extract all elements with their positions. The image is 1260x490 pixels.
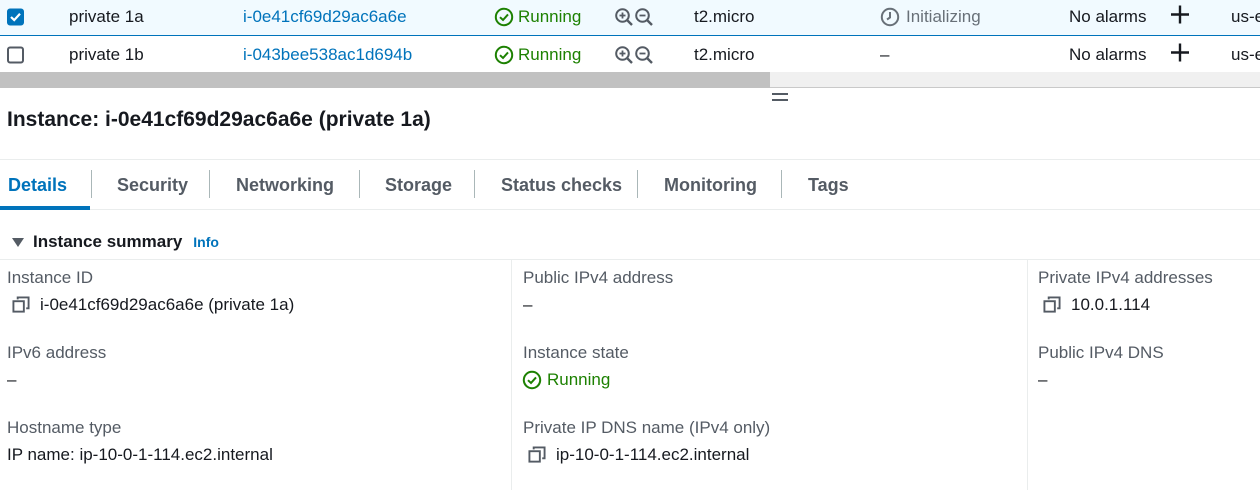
- plus-icon[interactable]: [1170, 5, 1190, 25]
- plus-icon[interactable]: [1170, 42, 1190, 62]
- table-row[interactable]: private 1a i-0e41cf69d29ac6a6e Running t…: [0, 0, 1260, 36]
- tab-divider: [474, 170, 475, 198]
- instance-state-label: Running: [518, 44, 582, 64]
- private-dns-value: ip-10-0-1-114.ec2.internal: [528, 445, 749, 465]
- check-circle-icon: [494, 45, 514, 64]
- row-checkbox[interactable]: [7, 46, 24, 63]
- tab-bar: Details Security Networking Storage Stat…: [0, 159, 1260, 210]
- tab-divider: [91, 170, 92, 198]
- tab-status-checks[interactable]: Status checks: [501, 160, 622, 210]
- tab-monitoring[interactable]: Monitoring: [664, 160, 757, 210]
- alarm-status: No alarms: [1069, 44, 1147, 64]
- caret-down-icon[interactable]: [12, 237, 24, 247]
- column-divider: [1027, 260, 1028, 490]
- check-circle-icon: [494, 7, 514, 27]
- hostname-type-value: IP name: ip-10-0-1-114.ec2.internal: [7, 445, 273, 464]
- zoom-out-icon[interactable]: [634, 7, 654, 27]
- tab-divider: [209, 170, 210, 198]
- status-check-label: Initializing: [906, 7, 981, 26]
- instance-id-value: i-0e41cf69d29ac6a6e (private 1a): [12, 295, 294, 315]
- instance-state-text: Running: [547, 370, 611, 389]
- instance-name: private 1b: [69, 44, 144, 64]
- instance-state: Running: [494, 7, 581, 27]
- tab-divider: [781, 170, 782, 198]
- zoom-in-icon[interactable]: [614, 45, 634, 65]
- tab-divider: [359, 170, 360, 198]
- public-ipv4-label: Public IPv4 address: [523, 268, 674, 287]
- zoom-out-icon[interactable]: [634, 45, 654, 65]
- add-alarm-button[interactable]: [1170, 42, 1190, 67]
- section-title: Instance summary: [33, 232, 183, 251]
- private-dns-label: Private IP DNS name (IPv4 only): [523, 418, 771, 437]
- split-panel-resize-handle[interactable]: [772, 93, 790, 105]
- instance-name: private 1a: [69, 7, 144, 26]
- add-alarm-button[interactable]: [1170, 5, 1190, 30]
- clock-icon: [880, 7, 900, 27]
- private-ipv4-text: 10.0.1.114: [1071, 295, 1151, 314]
- instance-state: Running: [494, 45, 581, 65]
- copy-icon[interactable]: [1043, 296, 1061, 314]
- zoom-controls[interactable]: [614, 45, 654, 65]
- row-checkbox[interactable]: [7, 8, 24, 26]
- availability-zone: us-e: [1231, 44, 1260, 64]
- instance-id-link[interactable]: i-0e41cf69d29ac6a6e: [243, 7, 407, 27]
- check-circle-icon: [522, 370, 542, 390]
- tab-tags[interactable]: Tags: [808, 160, 849, 210]
- status-check-label: –: [880, 44, 890, 64]
- column-divider: [511, 260, 512, 490]
- instance-state-label: Running: [518, 7, 582, 26]
- section-divider: [0, 259, 1260, 260]
- hostname-type-label: Hostname type: [7, 418, 122, 437]
- instance-state-value: Running: [522, 370, 610, 390]
- private-ipv4-value: 10.0.1.114: [1043, 295, 1150, 315]
- instance-type: t2.micro: [694, 7, 755, 26]
- instance-id-text: i-0e41cf69d29ac6a6e (private 1a): [40, 295, 295, 314]
- tab-storage[interactable]: Storage: [385, 160, 452, 210]
- instance-state-label: Instance state: [523, 343, 629, 362]
- table-row[interactable]: private 1b i-043bee538ac1d694b Running t…: [0, 37, 1260, 72]
- instance-id-link[interactable]: i-043bee538ac1d694b: [243, 45, 412, 65]
- public-ipv4-value: –: [523, 295, 533, 314]
- copy-icon[interactable]: [12, 296, 30, 314]
- section-header[interactable]: Instance summary Info: [12, 232, 219, 252]
- info-link[interactable]: Info: [193, 234, 219, 250]
- tab-details[interactable]: Details: [8, 160, 67, 210]
- zoom-in-icon[interactable]: [614, 7, 634, 27]
- scrollbar-thumb[interactable]: [0, 72, 770, 88]
- instance-id-label: Instance ID: [7, 268, 93, 287]
- tab-security[interactable]: Security: [117, 160, 188, 210]
- active-tab-indicator: [0, 206, 90, 210]
- horizontal-scrollbar[interactable]: [0, 72, 1260, 88]
- ipv6-value: –: [7, 370, 17, 389]
- tab-divider: [637, 170, 638, 198]
- copy-icon[interactable]: [528, 446, 546, 464]
- page-title: Instance: i-0e41cf69d29ac6a6e (private 1…: [7, 108, 431, 131]
- status-check: Initializing: [880, 7, 981, 27]
- alarm-status: No alarms: [1069, 7, 1147, 26]
- private-ipv4-label: Private IPv4 addresses: [1038, 268, 1213, 287]
- availability-zone: us-e: [1231, 7, 1260, 26]
- zoom-controls[interactable]: [614, 7, 654, 27]
- private-dns-text: ip-10-0-1-114.ec2.internal: [556, 445, 750, 464]
- public-dns-value: –: [1038, 370, 1048, 389]
- ipv6-label: IPv6 address: [7, 343, 107, 362]
- public-dns-label: Public IPv4 DNS: [1038, 343, 1164, 362]
- instance-type: t2.micro: [694, 44, 755, 64]
- tab-networking[interactable]: Networking: [236, 160, 334, 210]
